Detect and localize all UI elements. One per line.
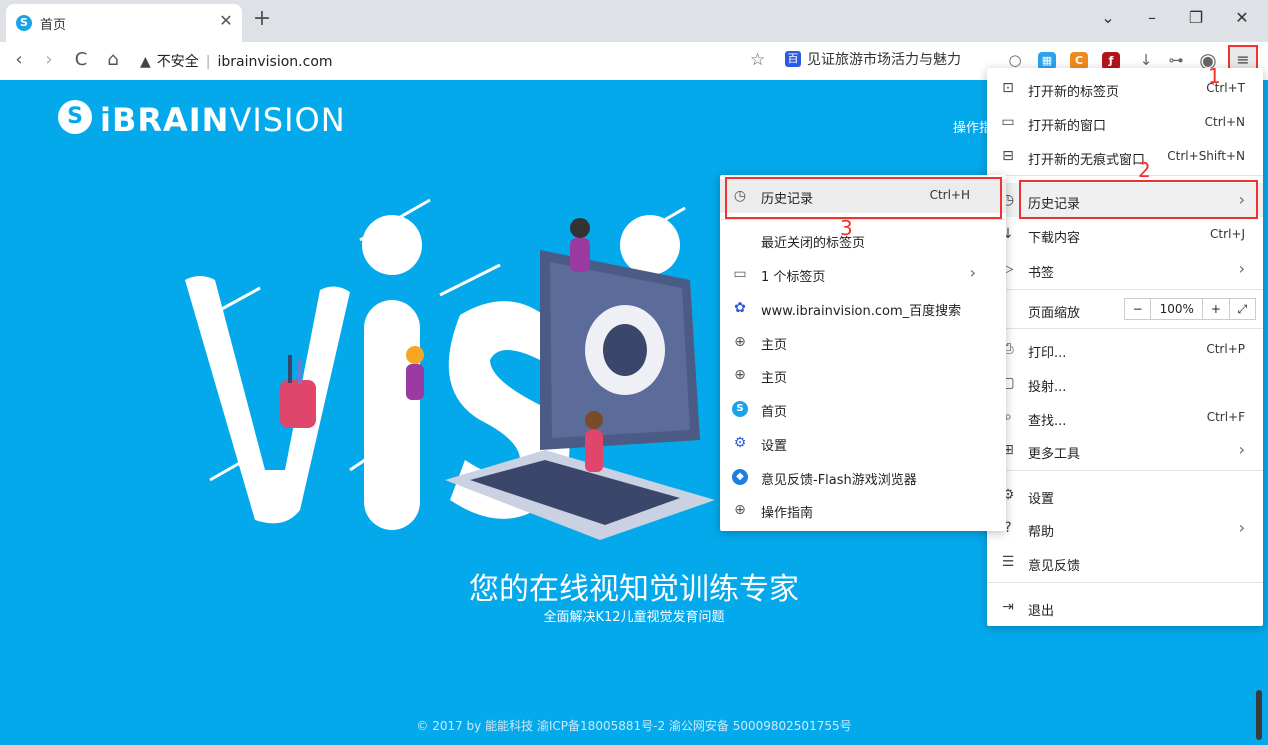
highlight-box-history-sub bbox=[725, 177, 1002, 219]
submenu-item-tabs[interactable]: ▭ 1 个标签页 › bbox=[720, 257, 1006, 291]
menu-item-more-tools[interactable]: ⊞ 更多工具 › bbox=[987, 433, 1263, 467]
hero-illustration bbox=[185, 198, 715, 540]
submenu-item-index[interactable]: S 首页 bbox=[720, 392, 1006, 426]
fullscreen-icon[interactable]: ⤢ bbox=[1230, 299, 1255, 319]
restore-button[interactable]: ❐ bbox=[1176, 8, 1216, 27]
tab-icon: ▭ bbox=[733, 266, 747, 282]
menu-item-cast[interactable]: ▢ 投射... bbox=[987, 366, 1263, 400]
chevron-right-icon: › bbox=[1238, 518, 1245, 537]
letter-i2-dot bbox=[620, 215, 680, 275]
search-icon[interactable]: ○ bbox=[1005, 51, 1025, 69]
menu-item-feedback[interactable]: ☰ 意见反馈 bbox=[987, 545, 1263, 579]
zoom-level: 100% bbox=[1151, 299, 1204, 319]
reload-button[interactable]: C bbox=[70, 50, 92, 70]
submenu-item-settings[interactable]: ⚙ 设置 bbox=[720, 426, 1006, 460]
security-label: 不安全 bbox=[156, 54, 199, 70]
letter-v bbox=[185, 276, 350, 524]
back-button[interactable]: ‹ bbox=[8, 50, 30, 70]
home-button[interactable]: ⌂ bbox=[102, 50, 124, 70]
history-submenu: ◷ 历史记录 Ctrl+H 最近关闭的标签页 ▭ 1 个标签页 › ✿ www.ibrai… bbox=[720, 175, 1006, 531]
window-icon: ▭ bbox=[1001, 114, 1015, 130]
menu-item-exit[interactable]: ⇥ 退出 bbox=[987, 590, 1263, 624]
scrollbar-thumb[interactable] bbox=[1256, 690, 1262, 740]
menu-item-incognito-window[interactable]: ⊟ 打开新的无痕式窗口 Ctrl+Shift+N bbox=[987, 139, 1263, 173]
submenu-item-baidu-search[interactable]: ✿ www.ibrainvision.com_百度搜索 bbox=[720, 291, 1006, 325]
zoom-control: − 100% + ⤢ bbox=[1124, 298, 1256, 320]
person-left bbox=[406, 364, 424, 400]
new-tab-icon: ⊡ bbox=[1002, 80, 1014, 96]
menu-item-bookmarks[interactable]: ▷ 书签 › bbox=[987, 252, 1263, 286]
bookmark-star-icon[interactable]: ☆ bbox=[750, 50, 765, 70]
minimize-button[interactable]: – bbox=[1132, 8, 1172, 27]
gear-icon: ⚙ bbox=[733, 435, 747, 451]
search-text: 见证旅游市场活力与魅力 bbox=[807, 52, 961, 68]
menu-item-print[interactable]: ⎙ 打印... Ctrl+P bbox=[987, 332, 1263, 366]
person-sitting bbox=[570, 238, 590, 272]
submenu-item-recently-closed: 最近关闭的标签页 bbox=[761, 236, 866, 251]
download-icon[interactable]: ↓ bbox=[1136, 51, 1156, 69]
submenu-item-home-2[interactable]: ⊕ 主页 bbox=[720, 358, 1006, 392]
site-logo[interactable]: iBRAINVISION bbox=[100, 101, 346, 139]
chevron-right-icon: › bbox=[1238, 259, 1245, 278]
globe-icon: ⊕ bbox=[734, 334, 746, 350]
submenu-item-home-1[interactable]: ⊕ 主页 bbox=[720, 325, 1006, 359]
menu-item-downloads[interactable]: ↓ 下载内容 Ctrl+J bbox=[987, 217, 1263, 251]
feedback-icon: ☰ bbox=[1001, 554, 1015, 570]
tab-close-icon[interactable]: ✕ bbox=[216, 11, 236, 30]
feedback-logo-icon: ◆ bbox=[732, 469, 748, 485]
new-tab-button[interactable]: + bbox=[250, 7, 274, 31]
tab-title: 首页 bbox=[40, 18, 67, 33]
page-footer: © 2017 by 能能科技 渝ICP备18005881号-2 渝公网安备 50… bbox=[416, 719, 852, 733]
forward-button[interactable]: › bbox=[38, 50, 60, 70]
menu-item-settings[interactable]: ⚙ 设置 bbox=[987, 478, 1263, 512]
menu-item-help[interactable]: ? 帮助 › bbox=[987, 511, 1263, 545]
zoom-in-button[interactable]: + bbox=[1203, 299, 1230, 319]
annotation-step-3: 3 bbox=[840, 216, 853, 240]
url-text: ibrainvision.com bbox=[217, 54, 333, 70]
address-bar[interactable]: ▲ 不安全 | ibrainvision.com bbox=[140, 51, 333, 71]
letter-i-dot bbox=[362, 215, 422, 275]
exit-icon: ⇥ bbox=[1002, 599, 1014, 615]
pencil-cup bbox=[280, 380, 316, 428]
submenu-item-guide[interactable]: ⊕ 操作指南 bbox=[720, 493, 1006, 527]
site-favicon-icon: S bbox=[732, 401, 748, 417]
tab-list-dropdown-icon[interactable]: ⌄ bbox=[1088, 8, 1128, 27]
incognito-icon: ⊟ bbox=[1002, 148, 1014, 164]
close-window-button[interactable]: ✕ bbox=[1222, 8, 1262, 27]
globe-icon: ⊕ bbox=[734, 502, 746, 518]
chevron-right-icon: › bbox=[969, 263, 976, 282]
submenu-item-feedback[interactable]: ◆ 意见反馈-Flash游戏浏览器 bbox=[720, 460, 1006, 494]
letter-i-stem bbox=[364, 300, 420, 530]
globe-icon: ⊕ bbox=[734, 367, 746, 383]
chevron-right-icon: › bbox=[1238, 440, 1245, 459]
annotation-step-1: 1 bbox=[1208, 64, 1221, 88]
site-favicon-icon: S bbox=[16, 15, 32, 31]
zoom-out-button[interactable]: − bbox=[1125, 299, 1152, 319]
menu-item-new-window[interactable]: ▭ 打开新的窗口 Ctrl+N bbox=[987, 105, 1263, 139]
baidu-icon: 百 bbox=[785, 51, 801, 67]
ibrainvision-logo-icon: S bbox=[58, 100, 92, 134]
menu-item-zoom: 页面缩放 − 100% + ⤢ bbox=[987, 292, 1263, 326]
warning-icon: ▲ bbox=[140, 54, 151, 70]
tab-strip: S 首页 ✕ + ⌄ – ❐ ✕ bbox=[0, 0, 1268, 42]
main-menu: ⊡ 打开新的标签页 Ctrl+T ▭ 打开新的窗口 Ctrl+N ⊟ 打开新的无痕式窗口 C… bbox=[987, 68, 1263, 626]
key-icon[interactable]: ⊶ bbox=[1166, 51, 1186, 69]
person-bottom bbox=[585, 430, 603, 472]
highlight-box-history bbox=[1019, 180, 1258, 219]
annotation-step-2: 2 bbox=[1138, 158, 1151, 182]
tab-home[interactable]: S 首页 ✕ bbox=[6, 4, 242, 42]
baidu-paw-icon: ✿ bbox=[734, 300, 746, 316]
menu-item-new-tab[interactable]: ⊡ 打开新的标签页 Ctrl+T bbox=[987, 71, 1263, 105]
menu-item-find[interactable]: ⌕ 查找... Ctrl+F bbox=[987, 400, 1263, 434]
